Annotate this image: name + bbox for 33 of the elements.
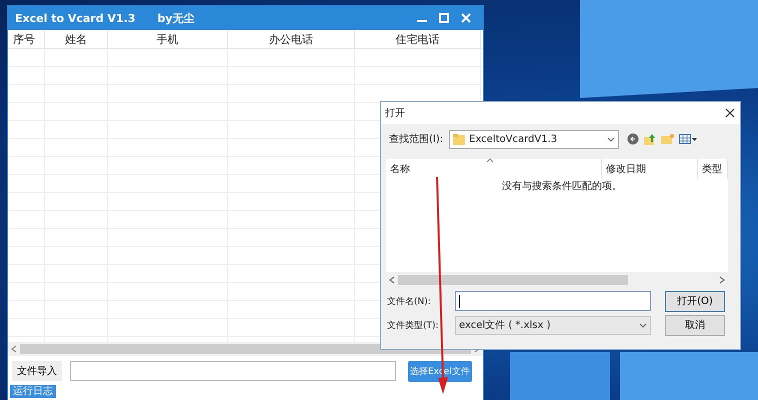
dropdown-caret-icon[interactable] [639, 322, 647, 328]
file-name-label: 文件名(N): [387, 296, 432, 308]
dialog-title: 打开 [385, 106, 405, 120]
column-header: 序号 [8, 30, 45, 48]
open-button[interactable]: 打开(O) [665, 290, 725, 312]
scroll-left-icon[interactable] [389, 276, 395, 284]
scroll-right-icon[interactable] [719, 276, 725, 284]
look-in-dropdown[interactable]: ExceltoVcardV1.3 [449, 130, 620, 148]
view-menu-icon[interactable] [679, 133, 698, 145]
column-header: 手机 [108, 30, 228, 48]
file-type-dropdown[interactable]: excel文件 ( *.xlsx ) [455, 316, 651, 334]
file-type-label: 文件类型(T): [387, 320, 440, 332]
empty-message: 没有与搜索条件匹配的项。 [502, 180, 622, 194]
window-title: Excel to Vcard V1.3 [15, 12, 136, 24]
up-folder-icon[interactable] [644, 133, 656, 145]
file-name-field[interactable] [455, 291, 651, 311]
column-header: 姓名 [45, 30, 108, 48]
back-icon[interactable] [627, 133, 640, 145]
folder-icon [453, 133, 466, 145]
column-header[interactable]: 名称 [386, 159, 602, 179]
column-header: 住宅电话 [355, 30, 481, 48]
file-path-field[interactable] [70, 361, 396, 381]
close-icon[interactable] [725, 108, 735, 118]
import-button[interactable]: 文件导入 [12, 361, 62, 381]
column-header[interactable]: 类型 [698, 159, 728, 179]
column-header: 办公电话 [228, 30, 355, 48]
dropdown-caret-icon[interactable] [607, 136, 616, 142]
author-label: by无尘 [157, 10, 194, 26]
scroll-left-icon[interactable] [11, 345, 17, 353]
cancel-button[interactable]: 取消 [665, 314, 725, 336]
sort-caret-icon [486, 158, 494, 163]
column-header[interactable]: 修改日期 [602, 159, 698, 179]
look-in-label: 查找范围(I): [389, 132, 444, 146]
